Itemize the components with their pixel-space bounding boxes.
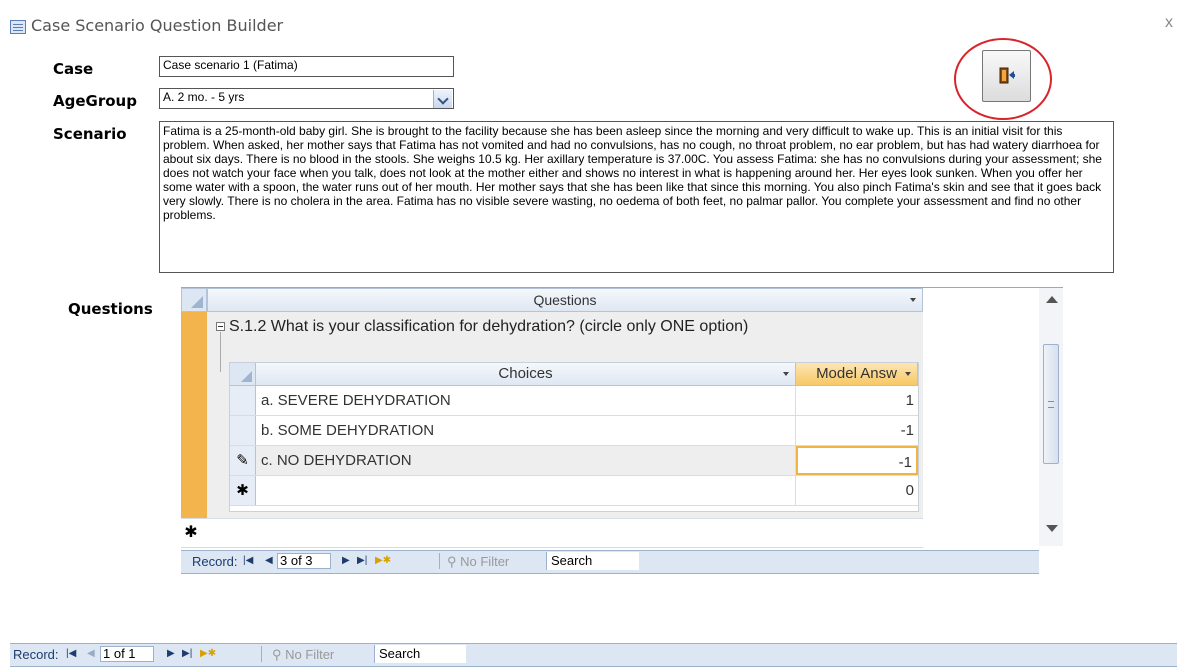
- prev-record-icon[interactable]: ◀: [265, 555, 273, 566]
- agegroup-label: AgeGroup: [53, 92, 137, 110]
- exit-door-icon: [999, 67, 1015, 84]
- model-answer-dropdown-icon[interactable]: [905, 372, 911, 376]
- close-button[interactable]: x: [1165, 14, 1173, 32]
- model-answer-column-header[interactable]: Model Answ: [796, 363, 918, 386]
- window-title: Case Scenario Question Builder: [31, 16, 284, 35]
- collapse-icon[interactable]: [216, 322, 225, 331]
- current-record-field[interactable]: 3 of 3: [277, 553, 331, 569]
- current-record-field[interactable]: 1 of 1: [100, 646, 154, 662]
- prev-record-icon[interactable]: ◀: [87, 648, 95, 659]
- next-record-icon[interactable]: ▶: [342, 555, 350, 566]
- column-dropdown-icon[interactable]: [910, 298, 916, 302]
- case-field[interactable]: Case scenario 1 (Fatima): [159, 56, 454, 77]
- pencil-edit-icon[interactable]: ✎: [230, 446, 256, 475]
- record-label: Record:: [13, 647, 59, 662]
- scenario-label: Scenario: [53, 125, 127, 143]
- choice-cell[interactable]: b. SOME DEHYDRATION: [256, 416, 796, 445]
- model-answer-cell[interactable]: -1: [796, 416, 918, 445]
- new-record-nav-icon[interactable]: ▶✱: [200, 648, 216, 659]
- choice-row[interactable]: a. SEVERE DEHYDRATION 1: [230, 386, 918, 416]
- new-choice-row[interactable]: ✱ 0: [230, 476, 918, 506]
- search-box[interactable]: Search: [374, 645, 466, 663]
- select-all-corner[interactable]: [181, 288, 207, 312]
- new-record-icon[interactable]: ✱: [181, 519, 201, 546]
- exit-button[interactable]: [982, 50, 1031, 102]
- row-selector[interactable]: [230, 416, 256, 445]
- main-record-navigator: Record: |◀ ◀ 1 of 1 ▶ ▶| ▶✱ ⚲ No Filter …: [10, 643, 1177, 667]
- scroll-up-icon[interactable]: [1046, 296, 1058, 303]
- no-filter-button[interactable]: ⚲ No Filter: [272, 647, 334, 663]
- choice-row-current[interactable]: ✎ c. NO DEHYDRATION -1: [230, 446, 918, 476]
- first-record-icon[interactable]: |◀: [243, 555, 253, 566]
- case-label: Case: [53, 60, 94, 78]
- agegroup-value: A. 2 mo. - 5 yrs: [163, 90, 245, 104]
- questions-label: Questions: [68, 300, 153, 318]
- scenario-textarea[interactable]: Fatima is a 25-month-old baby girl. She …: [159, 121, 1114, 273]
- new-question-row[interactable]: ✱: [181, 518, 923, 548]
- choice-cell[interactable]: c. NO DEHYDRATION: [256, 446, 796, 475]
- row-selector[interactable]: [230, 386, 256, 415]
- next-record-icon[interactable]: ▶: [167, 648, 175, 659]
- questions-column-header[interactable]: Questions: [207, 288, 923, 312]
- model-answer-cell[interactable]: -1: [796, 446, 918, 475]
- agegroup-select[interactable]: A. 2 mo. - 5 yrs: [159, 88, 454, 109]
- new-record-nav-icon[interactable]: ▶✱: [375, 555, 391, 566]
- title-bar: Case Scenario Question Builder x: [0, 0, 1187, 44]
- choices-select-all[interactable]: [230, 363, 256, 386]
- choices-column-header[interactable]: Choices: [256, 363, 796, 386]
- question-text[interactable]: S.1.2 What is your classification for de…: [229, 318, 748, 336]
- last-record-icon[interactable]: ▶|: [357, 555, 367, 566]
- search-box[interactable]: Search: [546, 552, 639, 570]
- first-record-icon[interactable]: |◀: [66, 648, 76, 659]
- new-record-icon[interactable]: ✱: [230, 476, 256, 505]
- choice-cell[interactable]: a. SEVERE DEHYDRATION: [256, 386, 796, 415]
- last-record-icon[interactable]: ▶|: [182, 648, 192, 659]
- choice-cell[interactable]: [256, 476, 796, 505]
- questions-subform: Questions S.1.2 What is your classificat…: [181, 287, 1063, 578]
- scroll-down-icon[interactable]: [1046, 525, 1058, 532]
- scroll-thumb[interactable]: [1043, 344, 1059, 464]
- subform-record-navigator: Record: |◀ ◀ 3 of 3 ▶ ▶| ▶✱ ⚲ No Filter …: [181, 550, 1039, 574]
- choices-dropdown-icon[interactable]: [783, 372, 789, 376]
- no-filter-button[interactable]: ⚲ No Filter: [447, 554, 509, 570]
- vertical-scrollbar[interactable]: [1039, 288, 1063, 546]
- model-answer-cell[interactable]: 0: [796, 476, 918, 505]
- record-label: Record:: [192, 554, 238, 569]
- record-selector-column[interactable]: [181, 288, 207, 518]
- model-answer-cell[interactable]: 1: [796, 386, 918, 415]
- choices-datasheet: Choices Model Answ a. SEVERE DEHYDRATION…: [229, 362, 919, 512]
- form-icon: [10, 20, 26, 34]
- choice-row[interactable]: b. SOME DEHYDRATION -1: [230, 416, 918, 446]
- chevron-down-icon[interactable]: [433, 90, 452, 108]
